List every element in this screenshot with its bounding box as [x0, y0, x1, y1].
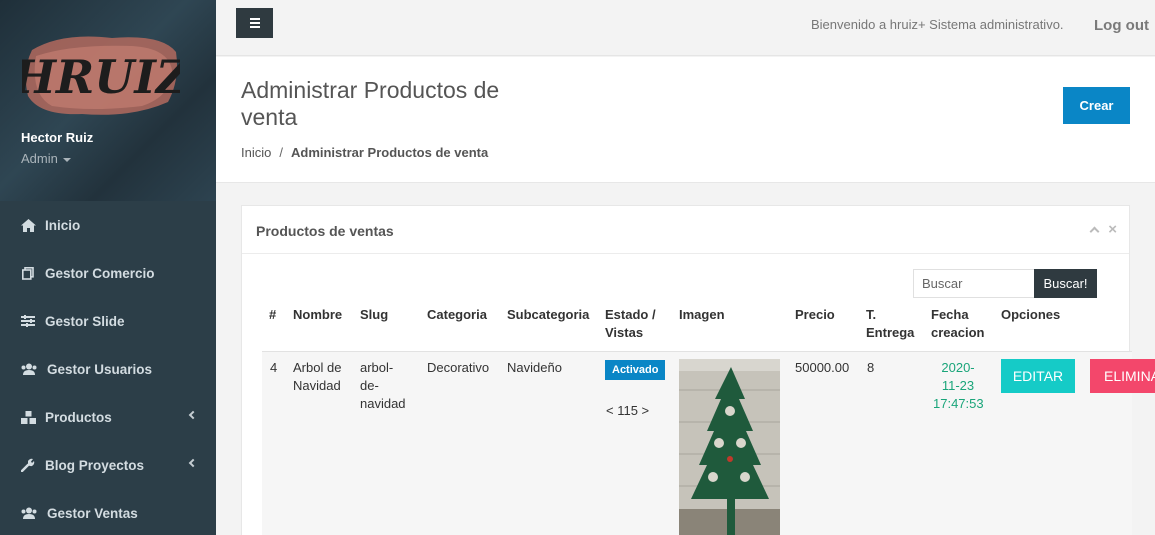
hamburger-line [249, 18, 260, 20]
sidebar-item-gestor-usuarios[interactable]: Gestor Usuarios [0, 345, 216, 393]
sidebar-item-gestor-slide[interactable]: Gestor Slide [0, 297, 216, 345]
profile-role-dropdown[interactable]: Admin [21, 151, 71, 166]
page-title: Administrar Productos de venta [241, 77, 500, 130]
caret-down-icon [62, 157, 71, 162]
column-header-opciones: Opciones [1001, 307, 1061, 322]
hamburger-line [249, 26, 260, 28]
cell-slug: arbol-de-navidad [360, 360, 406, 411]
topbar: Bienvenido a hruiz+ Sistema administrati… [216, 0, 1155, 56]
sidebar-item-gestor-comercio[interactable]: Gestor Comercio [0, 249, 216, 297]
svg-text:HRUIZ: HRUIZ [22, 50, 180, 104]
collapse-icon[interactable] [1089, 226, 1100, 237]
sidebar-item-productos[interactable]: Productos [0, 393, 216, 441]
profile-role-label: Admin [21, 151, 58, 166]
column-header-categoria: Categoria [427, 307, 487, 322]
panel-tools: × [1089, 222, 1117, 237]
close-icon[interactable]: × [1108, 222, 1117, 237]
breadcrumb-separator: / [279, 145, 283, 160]
sidebar: HRUIZ Hector Ruiz Admin Inicio Gestor Co… [0, 0, 216, 535]
chevron-left-icon [188, 458, 198, 468]
search-input[interactable] [913, 269, 1035, 298]
cell-entrega: 8 [867, 360, 875, 375]
sidebar-item-label: Inicio [45, 217, 81, 233]
cell-subcategoria: Navideño [507, 360, 562, 375]
panel-title: Productos de ventas [256, 223, 394, 239]
profile-name: Hector Ruiz [21, 130, 94, 145]
column-header-id: # [269, 307, 277, 322]
column-header-estado: Estado / Vistas [605, 307, 656, 340]
column-header-slug: Slug [360, 307, 389, 322]
sidebar-item-blog-proyectos[interactable]: Blog Proyectos [0, 441, 216, 489]
panel-viewport: Productos de ventas × Buscar! # Nombre S… [241, 205, 1155, 535]
delete-button[interactable]: ELIMINAR [1090, 359, 1155, 393]
column-header-fecha: Fecha creacion [931, 307, 985, 340]
hamburger-line [249, 22, 260, 24]
column-header-nombre: Nombre [293, 307, 343, 322]
sidebar-item-label: Gestor Comercio [45, 265, 155, 281]
breadcrumb-current: Administrar Productos de venta [290, 145, 489, 160]
sidebar-item-inicio[interactable]: Inicio [0, 201, 216, 249]
copy-icon [20, 266, 36, 280]
sidebar-item-label: Gestor Ventas [47, 505, 138, 521]
sliders-icon [20, 314, 36, 328]
cell-categoria: Decorativo [427, 360, 490, 375]
status-badge: Activado [605, 360, 666, 380]
users-icon [20, 362, 38, 376]
product-image [679, 359, 780, 535]
cubes-icon [20, 410, 36, 424]
cell-fecha: 2020- 11-23 17:47:53 [933, 360, 984, 411]
sidebar-menu: Inicio Gestor Comercio Gestor Slide Gest… [0, 201, 216, 535]
products-panel: Productos de ventas × Buscar! # Nombre S… [241, 205, 1155, 535]
column-header-precio: Precio [795, 307, 835, 322]
edit-button[interactable]: EDITAR [1001, 359, 1075, 393]
sidebar-item-label: Blog Proyectos [45, 457, 145, 473]
sidebar-item-label: Gestor Slide [45, 313, 125, 329]
sidebar-item-gestor-ventas[interactable]: Gestor Ventas [0, 489, 216, 535]
cell-precio: 50000.00 [795, 360, 850, 375]
cell-id: 4 [270, 360, 278, 375]
breadcrumb-home-link[interactable]: Inicio [241, 145, 271, 160]
search-button[interactable]: Buscar! [1034, 269, 1097, 298]
sidebar-item-label: Productos [45, 409, 112, 425]
panel-heading: Productos de ventas × [242, 206, 1129, 254]
brand-logo: HRUIZ [22, 36, 180, 115]
column-header-subcategoria: Subcategoria [507, 307, 590, 322]
wrench-icon [20, 458, 36, 472]
page-header: Administrar Productos de venta Inicio / Ad… [216, 57, 1155, 183]
column-header-imagen: Imagen [679, 307, 725, 322]
cell-nombre: Arbol de Navidad [293, 360, 342, 393]
chevron-left-icon [188, 410, 198, 420]
users-icon [20, 506, 38, 520]
sidebar-item-label: Gestor Usuarios [47, 361, 153, 377]
breadcrumb: Inicio / Administrar Productos de venta [241, 145, 488, 160]
welcome-text: Bienvenido a hruiz+ Sistema administrati… [811, 17, 1064, 32]
column-header-entrega: T. Entrega [866, 307, 915, 340]
logout-link[interactable]: Log out [1094, 17, 1149, 34]
create-button[interactable]: Crear [1063, 87, 1130, 124]
profile-panel: HRUIZ Hector Ruiz Admin [0, 0, 216, 201]
home-icon [20, 218, 36, 232]
views-counter: < 115 > [606, 403, 650, 418]
menu-toggle-button[interactable] [236, 8, 273, 38]
